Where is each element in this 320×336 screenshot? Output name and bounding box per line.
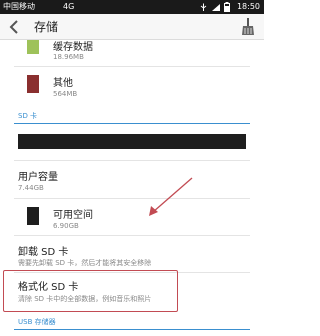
sd-usage-bar	[18, 134, 246, 149]
carrier-name: 中国移动	[3, 2, 35, 11]
divider	[14, 66, 250, 67]
network-type: 4G	[63, 2, 75, 11]
unmount-sd-label: 卸载 SD 卡	[18, 247, 69, 258]
other-size: 564MB	[53, 90, 78, 98]
divider	[14, 235, 250, 236]
cleanup-button[interactable]	[238, 17, 258, 37]
section-divider	[14, 329, 250, 330]
section-divider	[14, 123, 250, 124]
available-label: 可用空间	[53, 210, 93, 221]
other-color-swatch	[27, 75, 39, 93]
sd-section-header: SD 卡	[18, 112, 38, 120]
battery-icon	[224, 2, 230, 12]
action-bar: 存储	[0, 14, 264, 40]
page-title: 存储	[34, 20, 59, 34]
signal-icon	[212, 3, 220, 11]
unmount-sd-description: 需要先卸载 SD 卡，然后才能将其安全移除	[18, 259, 152, 267]
other-label: 其他	[53, 78, 73, 89]
back-button[interactable]	[4, 16, 24, 38]
back-chevron-icon	[9, 20, 18, 34]
status-icons	[199, 0, 230, 14]
status-bar: 中国移动 4G 18:50	[0, 0, 264, 14]
usb-icon	[200, 3, 207, 11]
broom-icon	[242, 18, 254, 35]
cache-color-swatch	[27, 40, 39, 54]
available-color-swatch	[27, 207, 39, 225]
available-value: 6.90GB	[53, 222, 79, 230]
clock: 18:50	[236, 2, 260, 11]
usb-section-header: USB 存储器	[18, 318, 56, 326]
user-capacity-label: 用户容量	[18, 172, 58, 183]
annotation-highlight-box	[3, 270, 178, 312]
divider	[14, 198, 250, 199]
cache-label: 缓存数据	[53, 42, 93, 53]
cache-size: 18.96MB	[53, 53, 84, 61]
divider	[14, 160, 250, 161]
user-capacity-value: 7.44GB	[18, 184, 44, 192]
